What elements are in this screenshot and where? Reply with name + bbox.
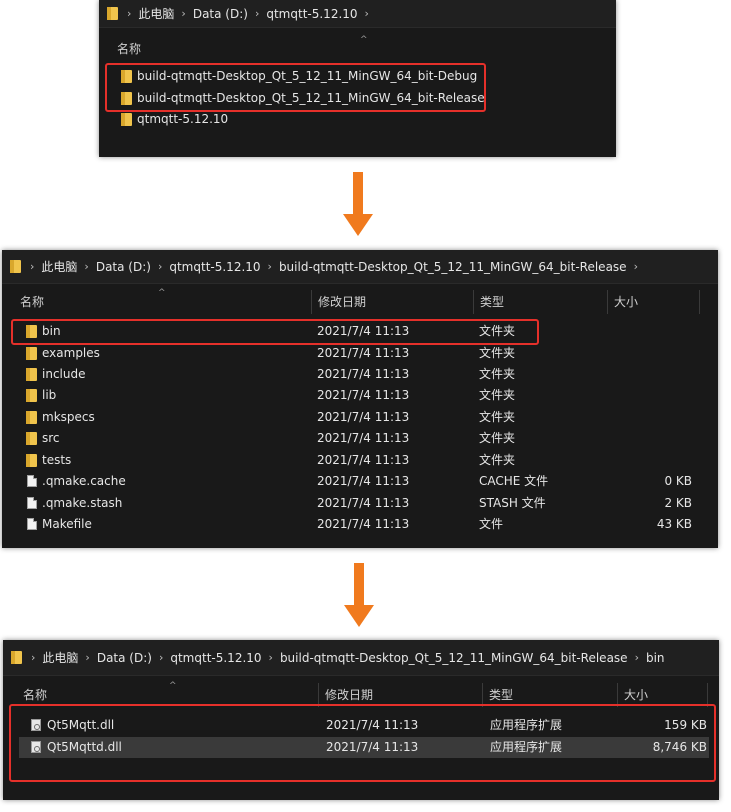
explorer-window-1: › 此电脑 › Data (D:) › qtmqtt-5.12.10 › ^ 名… xyxy=(99,0,616,157)
file-icon xyxy=(27,497,37,509)
chevron-right-icon: › xyxy=(254,7,260,20)
item-name: qtmqtt-5.12.10 xyxy=(137,112,229,126)
chevron-right-icon: › xyxy=(634,651,639,664)
explorer-window-3: › 此电脑 › Data (D:) › qtmqtt-5.12.10 › bui… xyxy=(3,640,719,800)
table-row[interactable]: Makefile 2021/7/4 11:13 文件 43 KB xyxy=(2,514,718,535)
file-date: 2021/7/4 11:13 xyxy=(317,367,410,381)
file-date: 2021/7/4 11:13 xyxy=(317,517,410,531)
file-type: 文件夹 xyxy=(479,367,516,381)
file-icon xyxy=(27,518,37,530)
file-date: 2021/7/4 11:13 xyxy=(317,496,410,510)
file-date: 2021/7/4 11:13 xyxy=(317,388,410,402)
highlight-box xyxy=(105,63,486,112)
file-name: include xyxy=(42,367,86,381)
explorer-window-2: › 此电脑 › Data (D:) › qtmqtt-5.12.10 › bui… xyxy=(2,250,718,548)
file-type: 文件夹 xyxy=(479,453,516,467)
list-item[interactable]: qtmqtt-5.12.10 xyxy=(99,109,616,130)
breadcrumb-this-pc[interactable]: 此电脑 xyxy=(41,258,77,275)
table-row[interactable]: examples 2021/7/4 11:13 文件夹 xyxy=(2,343,718,364)
folder-icon xyxy=(26,454,37,467)
table-row[interactable]: tests 2021/7/4 11:13 文件夹 xyxy=(2,450,718,471)
file-date: 2021/7/4 11:13 xyxy=(317,346,410,360)
table-row[interactable]: lib 2021/7/4 11:13 文件夹 xyxy=(2,385,718,406)
chevron-right-icon: › xyxy=(268,651,273,664)
folder-icon xyxy=(26,411,37,424)
file-date: 2021/7/4 11:13 xyxy=(317,474,410,488)
highlight-box xyxy=(9,704,716,782)
breadcrumb-this-pc[interactable]: 此电脑 xyxy=(138,5,174,22)
file-date: 2021/7/4 11:13 xyxy=(317,453,410,467)
chevron-right-icon: › xyxy=(364,7,369,20)
file-size: 0 KB xyxy=(664,474,692,488)
down-arrow-icon xyxy=(343,172,373,240)
address-bar[interactable]: › 此电脑 › Data (D:) › qtmqtt-5.12.10 › bui… xyxy=(3,640,719,676)
highlight-box xyxy=(11,319,539,345)
file-name: tests xyxy=(42,453,72,467)
file-icon xyxy=(27,475,37,487)
file-name: examples xyxy=(42,346,100,360)
table-row[interactable]: .qmake.stash 2021/7/4 11:13 STASH 文件 2 K… xyxy=(2,493,718,514)
file-type: 文件夹 xyxy=(479,431,516,445)
folder-icon xyxy=(107,7,118,20)
column-header-row: ^ 名称 修改日期 类型 大小 xyxy=(2,288,718,314)
folder-icon xyxy=(121,113,132,126)
breadcrumb-build-release[interactable]: build-qtmqtt-Desktop_Qt_5_12_11_MinGW_64… xyxy=(279,260,627,274)
chevron-right-icon: › xyxy=(267,260,272,273)
chevron-right-icon: › xyxy=(158,651,164,664)
file-name: lib xyxy=(42,388,57,402)
chevron-right-icon: › xyxy=(30,260,35,273)
table-row[interactable]: src 2021/7/4 11:13 文件夹 xyxy=(2,428,718,449)
table-row[interactable]: include 2021/7/4 11:13 文件夹 xyxy=(2,364,718,385)
folder-icon xyxy=(26,389,37,402)
folder-icon xyxy=(10,260,21,273)
down-arrow-icon xyxy=(344,563,374,631)
breadcrumb-this-pc[interactable]: 此电脑 xyxy=(42,649,78,666)
folder-icon xyxy=(26,347,37,360)
folder-icon xyxy=(26,432,37,445)
chevron-right-icon: › xyxy=(181,7,186,20)
chevron-right-icon: › xyxy=(127,7,132,20)
breadcrumb-drive[interactable]: Data (D:) xyxy=(97,651,152,665)
breadcrumb-qtmqtt[interactable]: qtmqtt-5.12.10 xyxy=(266,7,357,21)
chevron-right-icon: › xyxy=(633,260,638,273)
breadcrumb-qtmqtt[interactable]: qtmqtt-5.12.10 xyxy=(169,260,260,274)
column-header-date[interactable]: 修改日期 xyxy=(312,290,474,314)
file-size: 2 KB xyxy=(664,496,692,510)
address-bar[interactable]: › 此电脑 › Data (D:) › qtmqtt-5.12.10 › bui… xyxy=(2,250,718,284)
breadcrumb-bin[interactable]: bin xyxy=(646,651,665,665)
file-type: 文件 xyxy=(479,517,504,531)
file-date: 2021/7/4 11:13 xyxy=(317,431,410,445)
column-header-row: ^ 名称 xyxy=(99,35,616,61)
file-date: 2021/7/4 11:13 xyxy=(317,410,410,424)
column-header-type[interactable]: 类型 xyxy=(474,290,608,314)
table-row[interactable]: mkspecs 2021/7/4 11:13 文件夹 xyxy=(2,407,718,428)
file-type: 文件夹 xyxy=(479,410,516,424)
file-name: .qmake.stash xyxy=(42,496,123,510)
file-type: 文件夹 xyxy=(479,346,516,360)
file-type: CACHE 文件 xyxy=(479,474,549,488)
column-header-name[interactable]: 名称 xyxy=(14,290,312,314)
chevron-right-icon: › xyxy=(31,651,36,664)
file-name: .qmake.cache xyxy=(42,474,126,488)
file-name: Makefile xyxy=(42,517,92,531)
folder-icon xyxy=(11,651,22,664)
breadcrumb-build-release[interactable]: build-qtmqtt-Desktop_Qt_5_12_11_MinGW_64… xyxy=(280,651,628,665)
file-name: mkspecs xyxy=(42,410,95,424)
file-type: 文件夹 xyxy=(479,388,516,402)
file-size: 43 KB xyxy=(656,517,692,531)
address-bar[interactable]: › 此电脑 › Data (D:) › qtmqtt-5.12.10 › xyxy=(99,0,616,28)
column-header-name[interactable]: 名称 xyxy=(111,37,591,61)
column-header-size[interactable]: 大小 xyxy=(608,290,700,314)
file-type: STASH 文件 xyxy=(479,496,546,510)
chevron-right-icon: › xyxy=(85,651,90,664)
file-name: src xyxy=(42,431,60,445)
chevron-right-icon: › xyxy=(157,260,163,273)
breadcrumb-qtmqtt[interactable]: qtmqtt-5.12.10 xyxy=(170,651,261,665)
table-row[interactable]: .qmake.cache 2021/7/4 11:13 CACHE 文件 0 K… xyxy=(2,471,718,492)
breadcrumb-drive[interactable]: Data (D:) xyxy=(193,7,248,21)
chevron-right-icon: › xyxy=(84,260,89,273)
folder-icon xyxy=(26,368,37,381)
breadcrumb-drive[interactable]: Data (D:) xyxy=(96,260,151,274)
